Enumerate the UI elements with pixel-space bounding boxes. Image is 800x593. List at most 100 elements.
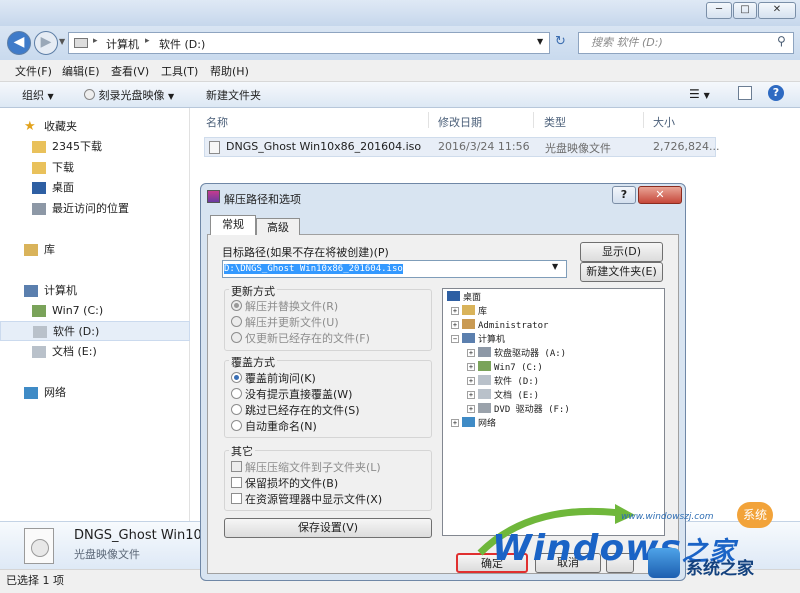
help-icon[interactable]: ? xyxy=(768,85,784,101)
option-overwrite-without-prompt[interactable]: 没有提示直接覆盖(W) xyxy=(231,387,352,403)
menu-tools[interactable]: 工具(T) xyxy=(161,63,198,79)
library-icon xyxy=(462,305,475,315)
view-options-icon[interactable]: ☰ ▼ xyxy=(689,87,710,101)
tree-item-administrator[interactable]: + Administrator xyxy=(451,319,548,333)
breadcrumb-drive-d[interactable]: 软件 (D:) xyxy=(159,36,205,52)
tree-item-network[interactable]: + 网络 xyxy=(451,417,496,431)
tree-label: Administrator xyxy=(478,321,549,331)
nav-downloads[interactable]: 下载 xyxy=(0,158,190,178)
file-row[interactable]: DNGS_Ghost Win10x86_201604.iso 2016/3/24… xyxy=(204,137,719,157)
chevron-down-icon: ▼ xyxy=(168,92,175,101)
file-name: DNGS_Ghost Win10x86_201604.iso xyxy=(226,140,422,153)
expand-icon[interactable]: + xyxy=(451,321,459,329)
computer-icon xyxy=(74,38,88,48)
search-input[interactable]: 搜索 软件 (D:) xyxy=(578,32,794,54)
option-label: 解压压缩文件到子文件夹(L) xyxy=(245,461,381,474)
forward-button[interactable]: ▶ xyxy=(34,31,58,55)
column-divider[interactable] xyxy=(533,112,534,128)
expand-icon[interactable]: + xyxy=(467,391,475,399)
option-ask-before-overwrite[interactable]: 覆盖前询问(K) xyxy=(231,371,316,387)
column-header-name[interactable]: 名称 xyxy=(206,114,228,130)
tab-general[interactable]: 常规 xyxy=(210,215,256,235)
tree-item-drive-d[interactable]: + 软件 (D:) xyxy=(467,375,539,389)
address-dropdown-icon[interactable]: ▼ xyxy=(537,37,543,46)
maximize-button[interactable]: □ xyxy=(733,2,757,19)
expand-icon[interactable]: + xyxy=(451,419,459,427)
save-settings-button[interactable]: 保存设置(V) xyxy=(224,518,432,538)
close-window-button[interactable]: ✕ xyxy=(758,2,796,19)
nav-libraries[interactable]: 库 xyxy=(0,240,190,260)
recent-pages-chevron-icon[interactable]: ▼ xyxy=(59,37,65,46)
burn-disc-button[interactable]: 刻录光盘映像 ▼ xyxy=(84,87,174,103)
tree-label: 桌面 xyxy=(463,293,482,303)
minimize-button[interactable]: ─ xyxy=(706,2,732,19)
radio-icon xyxy=(231,404,242,415)
menu-file[interactable]: 文件(F) xyxy=(15,63,52,79)
tree-item-library[interactable]: + 库 xyxy=(451,305,487,319)
expand-icon[interactable]: + xyxy=(467,349,475,357)
option-auto-rename[interactable]: 自动重命名(N) xyxy=(231,419,317,435)
new-folder-dialog-button[interactable]: 新建文件夹(E) xyxy=(580,262,663,282)
option-extract-update[interactable]: 解压并更新文件(U) xyxy=(231,315,339,331)
path-dropdown-icon[interactable]: ▼ xyxy=(552,262,558,271)
dialog-close-button[interactable]: ✕ xyxy=(638,186,682,204)
column-header-size[interactable]: 大小 xyxy=(653,114,675,130)
expand-icon[interactable]: + xyxy=(467,405,475,413)
winrar-icon xyxy=(207,190,220,203)
option-extract-to-subfolder[interactable]: 解压压缩文件到子文件夹(L) xyxy=(231,460,381,476)
breadcrumb-computer[interactable]: 计算机 xyxy=(106,36,139,52)
star-icon: ★ xyxy=(24,119,36,134)
tree-item-floppy[interactable]: + 软盘驱动器 (A:) xyxy=(467,347,566,361)
option-extract-replace[interactable]: 解压并替换文件(R) xyxy=(231,299,338,315)
menu-help[interactable]: 帮助(H) xyxy=(210,63,249,79)
nav-drive-c[interactable]: Win7 (C:) xyxy=(0,301,190,321)
destination-path-input[interactable]: D:\DNGS_Ghost Win10x86_201604.iso xyxy=(222,260,567,278)
file-type: 光盘映像文件 xyxy=(545,142,611,155)
tab-advanced[interactable]: 高级 xyxy=(256,218,300,235)
collapse-icon[interactable]: − xyxy=(451,335,459,343)
tree-item-computer[interactable]: − 计算机 xyxy=(451,333,505,347)
tree-item-drive-c[interactable]: + Win7 (C:) xyxy=(467,361,543,375)
folder-icon xyxy=(32,162,46,174)
menu-view[interactable]: 查看(V) xyxy=(111,63,149,79)
column-header-type[interactable]: 类型 xyxy=(544,114,566,130)
nav-network[interactable]: 网络 xyxy=(0,383,190,403)
organize-button[interactable]: 组织 ▼ xyxy=(22,87,54,103)
option-skip-existing[interactable]: 跳过已经存在的文件(S) xyxy=(231,403,360,419)
nav-recent[interactable]: 最近访问的位置 xyxy=(0,199,190,219)
nav-drive-e[interactable]: 文档 (E:) xyxy=(0,342,190,362)
radio-icon xyxy=(231,316,242,327)
tree-item-dvd[interactable]: + DVD 驱动器 (F:) xyxy=(467,403,570,417)
watermark-badge: 系统 xyxy=(737,502,773,528)
option-keep-broken-files[interactable]: 保留损坏的文件(B) xyxy=(231,476,338,492)
option-label: 解压并替换文件(R) xyxy=(245,300,339,313)
expand-icon[interactable]: + xyxy=(451,307,459,315)
menu-edit[interactable]: 编辑(E) xyxy=(62,63,100,79)
watermark-house-icon xyxy=(648,548,680,578)
tree-item-drive-e[interactable]: + 文档 (E:) xyxy=(467,389,539,403)
details-file-name: DNGS_Ghost Win10x8 xyxy=(74,528,218,543)
option-show-in-explorer[interactable]: 在资源管理器中显示文件(X) xyxy=(231,492,382,508)
nav-favorites[interactable]: ★ 收藏夹 xyxy=(0,117,190,137)
tree-item-desktop[interactable]: 桌面 xyxy=(447,291,481,305)
expand-icon[interactable]: + xyxy=(467,363,475,371)
nav-desktop[interactable]: 桌面 xyxy=(0,178,190,198)
show-button[interactable]: 显示(D) xyxy=(580,242,663,262)
option-label: 保留损坏的文件(B) xyxy=(245,477,339,490)
new-folder-button[interactable]: 新建文件夹 xyxy=(206,87,261,103)
expand-icon[interactable]: + xyxy=(467,377,475,385)
option-update-existing[interactable]: 仅更新已经存在的文件(F) xyxy=(231,331,370,347)
nav-2345-downloads[interactable]: 2345下载 xyxy=(0,137,190,157)
nav-computer[interactable]: 计算机 xyxy=(0,281,190,301)
dialog-help-button[interactable]: ? xyxy=(612,186,636,204)
nav-drive-d[interactable]: 软件 (D:) xyxy=(0,321,190,341)
column-divider[interactable] xyxy=(643,112,644,128)
address-bar[interactable]: ▸ 计算机 ▸ 软件 (D:) ▼ xyxy=(68,32,550,54)
tree-label: DVD 驱动器 (F:) xyxy=(494,405,570,415)
refresh-icon[interactable]: ↻ xyxy=(555,34,566,49)
preview-pane-icon[interactable] xyxy=(738,86,752,100)
column-header-modified[interactable]: 修改日期 xyxy=(438,114,482,130)
column-divider[interactable] xyxy=(428,112,429,128)
radio-icon xyxy=(231,372,242,383)
back-button[interactable]: ◀ xyxy=(7,31,31,55)
